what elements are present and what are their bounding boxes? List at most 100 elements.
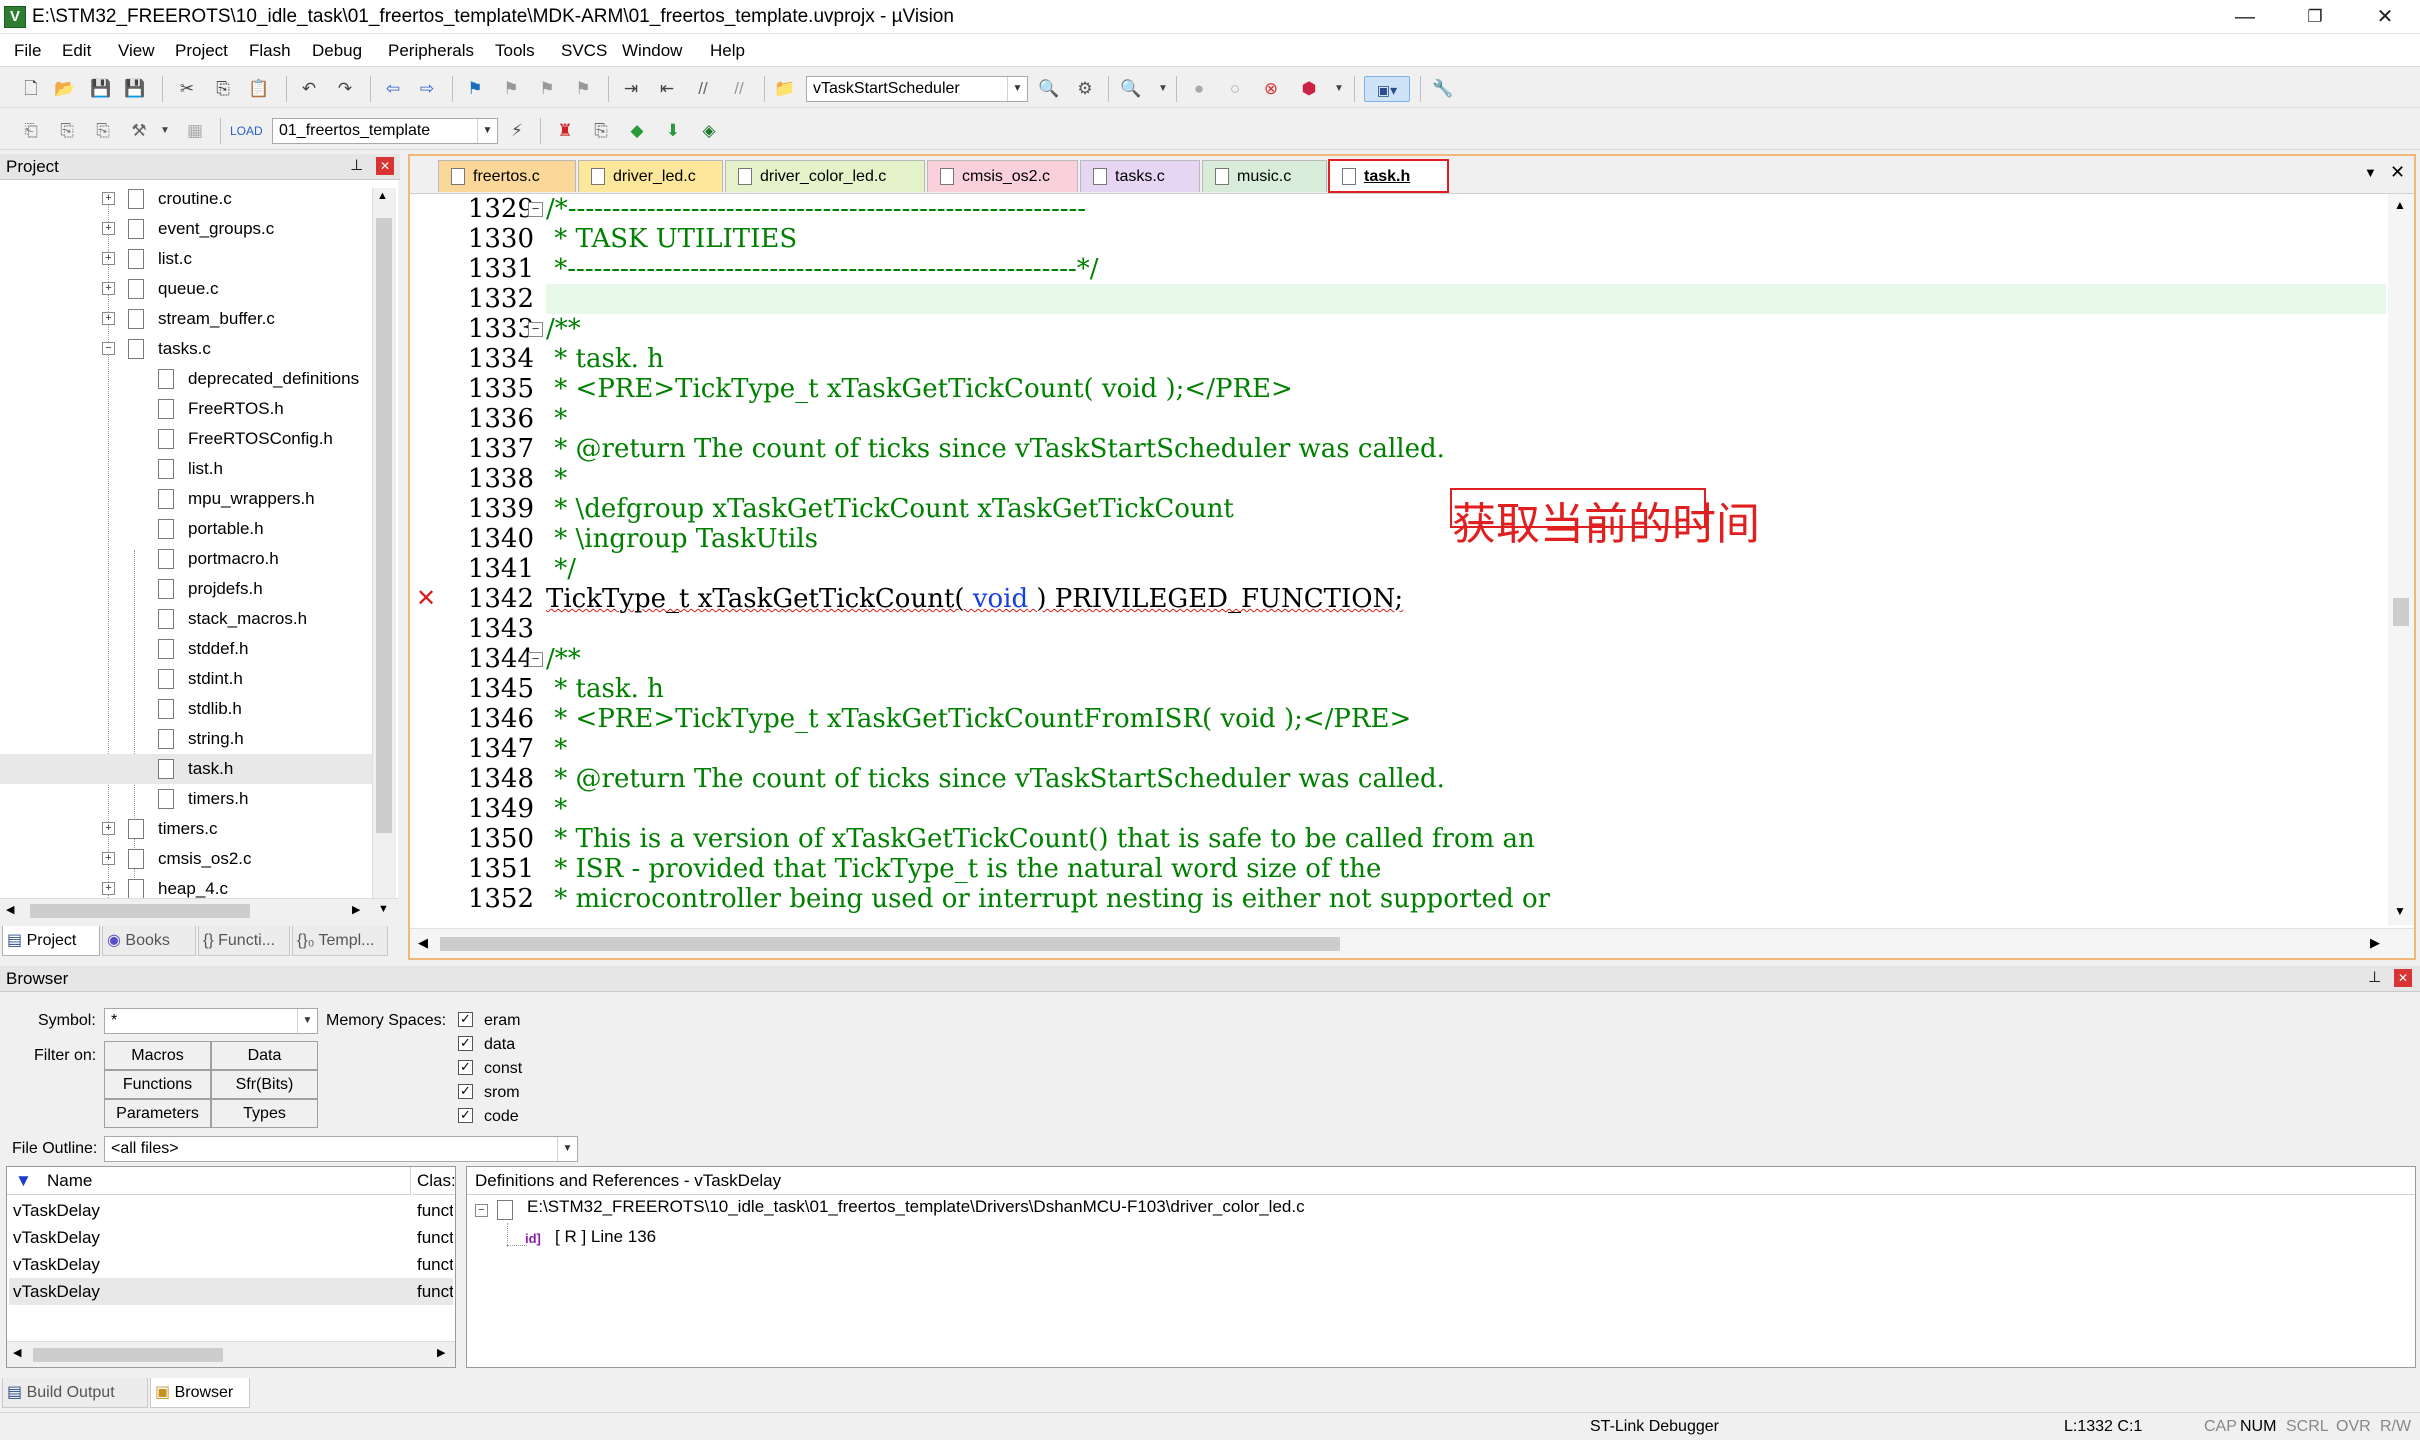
manage-project-icon[interactable]: ♜ xyxy=(552,118,578,144)
close-tab-icon[interactable]: ✕ xyxy=(2390,162,2405,183)
tab-build-output[interactable]: ▤ Build Output xyxy=(2,1378,148,1408)
symbol-row[interactable]: vTaskDelay funct xyxy=(9,1197,453,1224)
project-vertical-scrollbar[interactable]: ▲ xyxy=(372,188,396,898)
tab-cmsis-os2-c[interactable]: cmsis_os2.c xyxy=(927,160,1078,192)
tree-item[interactable]: stddef.h xyxy=(0,634,372,664)
indent-icon[interactable]: ⇥ xyxy=(618,76,644,102)
tree-item[interactable]: FreeRTOSConfig.h xyxy=(0,424,372,454)
new-file-icon[interactable]: 🗋 xyxy=(18,76,44,102)
expand-icon[interactable]: + xyxy=(102,222,115,235)
tree-item[interactable]: mpu_wrappers.h xyxy=(0,484,372,514)
tree-item[interactable]: projdefs.h xyxy=(0,574,372,604)
tree-item[interactable]: timers.h xyxy=(0,784,372,814)
navigate-back-icon[interactable]: ⇦ xyxy=(380,76,406,102)
code-line[interactable]: * xyxy=(546,794,567,824)
scroll-up-icon[interactable]: ▲ xyxy=(2394,198,2406,212)
srom-checkbox[interactable]: ✓ xyxy=(458,1084,473,1099)
data-checkbox[interactable]: ✓ xyxy=(458,1036,473,1051)
tree-item[interactable]: list.h xyxy=(0,454,372,484)
scroll-down-icon[interactable]: ▼ xyxy=(2394,904,2406,918)
expand-icon[interactable]: + xyxy=(102,192,115,205)
breakpoint-kill-icon[interactable]: ⊗ xyxy=(1258,76,1284,102)
collapse-icon[interactable]: − xyxy=(102,342,115,355)
symbol-input[interactable]: * ▼ xyxy=(104,1008,318,1034)
code-line[interactable]: * xyxy=(546,734,567,764)
expand-icon[interactable]: + xyxy=(102,852,115,865)
error-marker-icon[interactable]: ✕ xyxy=(416,584,436,613)
symbol-row[interactable]: vTaskDelay funct xyxy=(9,1251,453,1278)
data-button[interactable]: Data xyxy=(211,1041,318,1070)
code-line[interactable]: * \ingroup TaskUtils xyxy=(546,524,818,554)
tree-item[interactable]: string.h xyxy=(0,724,372,754)
collapse-icon[interactable]: − xyxy=(475,1204,488,1217)
close-panel-icon[interactable]: ✕ xyxy=(2394,969,2412,987)
minimize-button[interactable]: — xyxy=(2210,0,2280,34)
run-time-environment-icon[interactable]: ◈ xyxy=(696,118,722,144)
expand-icon[interactable]: + xyxy=(102,282,115,295)
menu-view[interactable]: View xyxy=(118,41,155,61)
code-line[interactable]: * This is a version of xTaskGetTickCount… xyxy=(546,824,1535,854)
restore-button[interactable]: ❐ xyxy=(2280,0,2350,34)
tab-freertos-c[interactable]: freertos.c xyxy=(438,160,576,192)
scroll-right-icon[interactable]: ▶ xyxy=(2370,935,2380,951)
code-line[interactable]: * task. h xyxy=(546,344,664,374)
open-folder-icon[interactable]: 📂 xyxy=(52,76,78,102)
tab-templates[interactable]: {}₀ Templ... xyxy=(292,926,388,956)
editor-horizontal-scrollbar[interactable]: ◀ ▶ xyxy=(410,928,2414,958)
tree-item[interactable]: stdint.h xyxy=(0,664,372,694)
code-line[interactable]: * xyxy=(546,464,567,494)
stop-build-icon[interactable]: ▦ xyxy=(182,118,208,144)
scroll-left-icon[interactable]: ◀ xyxy=(13,1346,21,1359)
scroll-left-icon[interactable]: ◀ xyxy=(6,903,14,916)
comment-icon[interactable]: // xyxy=(690,76,716,102)
navigate-forward-icon[interactable]: ⇨ xyxy=(414,76,440,102)
tree-item[interactable]: stack_macros.h xyxy=(0,604,372,634)
target-combo[interactable]: 01_freertos_template ▼ xyxy=(272,118,498,144)
definition-reference[interactable]: [ R ] Line 136 xyxy=(555,1227,656,1247)
bookmark-clear-icon[interactable]: ⚑ xyxy=(570,76,596,102)
tree-item[interactable]: + cmsis_os2.c xyxy=(0,844,372,874)
code-line[interactable]: * <PRE>TickType_t xTaskGetTickCountFromI… xyxy=(546,704,1411,734)
definition-file-path[interactable]: E:\STM32_FREEROTS\10_idle_task\01_freert… xyxy=(527,1197,1305,1217)
code-checkbox[interactable]: ✓ xyxy=(458,1108,473,1123)
undo-icon[interactable]: ↶ xyxy=(296,76,322,102)
close-button[interactable]: ✕ xyxy=(2350,0,2420,34)
tree-item[interactable]: deprecated_definitions xyxy=(0,364,372,394)
window-layout-icon[interactable]: ▣▾ xyxy=(1364,76,1410,102)
code-line[interactable]: TickType_t xTaskGetTickCount( void ) PRI… xyxy=(546,584,1403,614)
menu-debug[interactable]: Debug xyxy=(312,41,362,61)
code-line[interactable]: *---------------------------------------… xyxy=(546,254,1098,284)
menu-tools[interactable]: Tools xyxy=(495,41,535,61)
menu-svcs[interactable]: SVCS xyxy=(561,41,607,61)
target-options-icon[interactable]: ⚡ xyxy=(504,118,530,144)
translate-icon[interactable]: ⎗ xyxy=(18,118,44,144)
code-line[interactable]: * @return The count of ticks since vTask… xyxy=(546,764,1445,794)
chevron-down-icon[interactable]: ▼ xyxy=(1150,76,1176,102)
editor-vertical-scrollbar[interactable]: ▲ ▼ xyxy=(2388,194,2414,925)
fold-icon[interactable]: − xyxy=(528,202,543,217)
function-combo[interactable]: vTaskStartScheduler ▼ xyxy=(806,76,1028,102)
class-column-header[interactable]: Clas: xyxy=(413,1167,456,1195)
scroll-up-icon[interactable]: ▲ xyxy=(377,190,388,202)
select-packs-icon[interactable]: ◆ xyxy=(624,118,650,144)
tree-item[interactable]: FreeRTOS.h xyxy=(0,394,372,424)
name-column-header[interactable]: ▼ Name xyxy=(7,1167,411,1195)
tab-browser[interactable]: ▣ Browser xyxy=(150,1378,250,1408)
breakpoint-kill-all-icon[interactable]: ⬢ xyxy=(1296,76,1322,102)
download-icon[interactable]: LOAD xyxy=(230,118,263,144)
breakpoint-insert-icon[interactable]: ● xyxy=(1186,76,1212,102)
menu-file[interactable]: File xyxy=(14,41,41,61)
eram-checkbox[interactable]: ✓ xyxy=(458,1012,473,1027)
tree-item[interactable]: portable.h xyxy=(0,514,372,544)
expand-icon[interactable]: + xyxy=(102,252,115,265)
menu-help[interactable]: Help xyxy=(710,41,745,61)
code-line[interactable]: * \defgroup xTaskGetTickCount xTaskGetTi… xyxy=(546,494,1234,524)
tree-item[interactable]: + stream_buffer.c xyxy=(0,304,372,334)
scroll-thumb[interactable] xyxy=(376,218,392,833)
expand-icon[interactable]: + xyxy=(102,822,115,835)
pack-installer-icon[interactable]: ⬇ xyxy=(660,118,686,144)
symbol-row[interactable]: vTaskDelay funct xyxy=(9,1224,453,1251)
tree-item[interactable]: + croutine.c xyxy=(0,184,372,214)
chevron-down-icon[interactable]: ▼ xyxy=(152,118,178,144)
tree-item[interactable]: − tasks.c xyxy=(0,334,372,364)
